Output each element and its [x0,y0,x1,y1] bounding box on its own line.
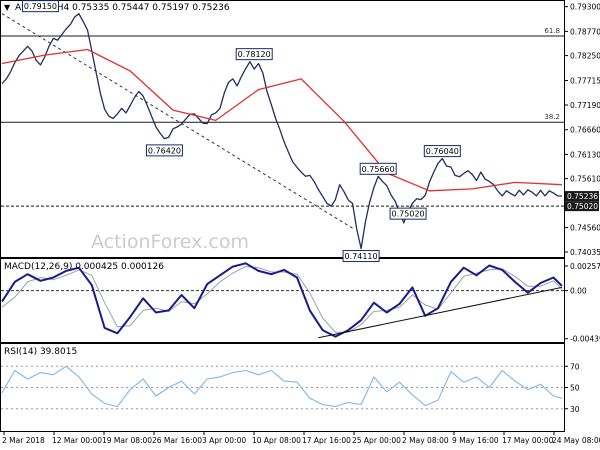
rsi-y-tick-label: 70 [570,362,580,371]
level-label: 61.8 [544,27,560,35]
x-tick-label: 24 May 08:00 [552,436,600,445]
annotation-label: 0.75020 [392,210,425,219]
price-y-tick-label: 0.74560 [570,224,600,233]
price-y-tick-label: 0.76130 [570,150,600,159]
x-tick-label: 25 Apr 00:00 [352,436,401,445]
annotation-label: 0.79150 [24,2,57,11]
price-y-tick-label: 0.78250 [570,52,600,61]
x-tick-label: 17 Apr 16:00 [302,436,351,445]
price-y-tick-label: 0.75610 [570,175,600,184]
watermark-text: ActionForex.com [91,231,249,253]
price-y-tick-label: 0.76660 [570,126,600,135]
macd-y-tick-label: -0.004392 [570,335,600,344]
x-tick-label: 12 Mar 00:00 [52,436,102,445]
annotation-label: 0.76420 [148,146,181,155]
x-tick-label: 2 May 08:00 [402,436,449,445]
x-tick-label: 10 Apr 08:00 [252,436,301,445]
price-y-tick-label: 0.79300 [570,3,600,12]
x-tick-label: 17 May 00:00 [502,436,554,445]
annotation-label: 0.76040 [426,147,459,156]
chart-canvas: ActionForex.com ▼ AUDUSD,H4 0.75335 0.75… [0,0,600,445]
annotation-label: 0.74110 [345,252,378,261]
x-tick-label: 26 Mar 16:00 [152,436,202,445]
macd-header: MACD(12,26,9) 0.000425 0.000126 [4,262,164,272]
current-price-label: 0.75236 [567,192,598,201]
macd-y-tick-label: 0.00257 [570,262,600,271]
x-tick-label: 2 Mar 2018 [2,436,45,445]
level-label: 38.2 [544,113,560,121]
x-tick-label: 19 Mar 08:00 [102,436,152,445]
rsi-header: RSI(14) 39.8015 [4,347,77,357]
price-y-tick-label: 0.77190 [570,101,600,110]
rsi-y-tick-label: 50 [570,384,580,393]
rsi-y-tick-label: 30 [570,405,580,414]
price-y-tick-label: 0.74035 [570,248,600,257]
x-tick-label: 3 Apr 00:00 [202,436,246,445]
panel-menu-icon[interactable]: ▼ [4,3,11,12]
annotation-label: 0.75660 [362,165,395,174]
annotation-label: 0.78120 [238,50,271,59]
macd-y-tick-label: 0.00 [570,287,587,296]
price-y-tick-label: 0.77715 [570,77,600,86]
price-y-tick-label: 0.78770 [570,27,600,36]
price-panel-frame [0,0,565,258]
x-tick-label: 9 May 16:00 [452,436,499,445]
current-price-label: 0.75020 [567,202,598,211]
